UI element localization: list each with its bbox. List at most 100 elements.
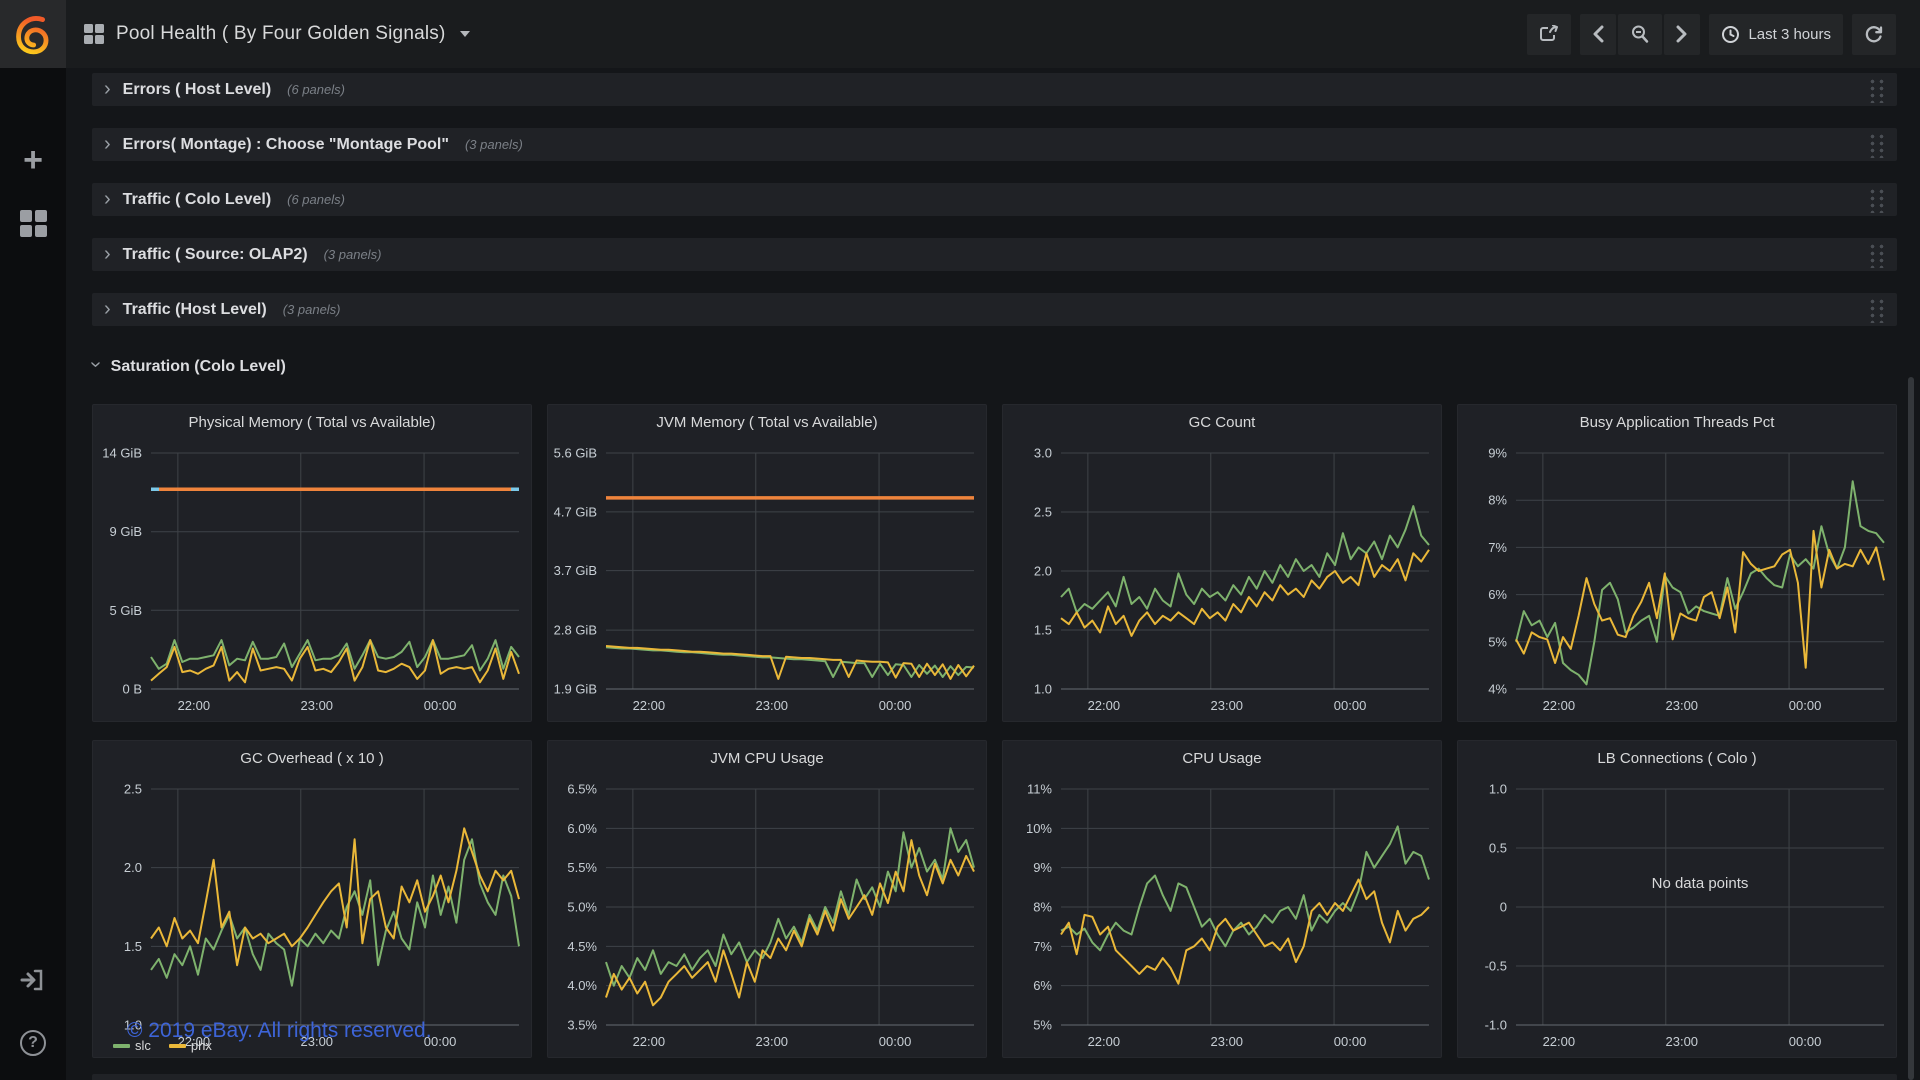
zoom-out-button[interactable] — [1618, 14, 1662, 55]
series-line-phx — [1061, 880, 1429, 984]
chevron-right-icon: › — [104, 189, 111, 209]
panel-title[interactable]: Busy Application Threads Pct — [1458, 405, 1896, 439]
y-tick-label: 6.0% — [567, 821, 597, 836]
row-panel-count: (6 panels) — [287, 192, 345, 207]
y-tick-label: 2.0 — [124, 860, 142, 875]
add-button[interactable]: + — [0, 138, 66, 182]
row-title: Traffic ( Colo Level) — [123, 191, 271, 209]
row-drag-handle-icon[interactable] — [1867, 77, 1885, 103]
series-line-slc — [1516, 481, 1884, 684]
x-tick-label: 22:00 — [1088, 1034, 1121, 1049]
chevron-right-icon — [1676, 25, 1688, 43]
caret-down-icon — [460, 31, 470, 37]
x-tick-label: 22:00 — [633, 1034, 666, 1049]
chart-canvas: 6.5%6.0%5.5%5.0%4.5%4.0%3.5%22:0023:0000… — [548, 775, 988, 1057]
x-tick-label: 23:00 — [1211, 1034, 1244, 1049]
chevron-down-icon: › — [84, 361, 107, 368]
panel-title[interactable]: LB Connections ( Colo ) — [1458, 741, 1896, 775]
row-drag-handle-icon[interactable] — [1867, 297, 1885, 323]
row-header-collapsed[interactable]: › Traffic ( Colo Level) (6 panels) — [92, 183, 1897, 216]
help-button[interactable]: ? — [0, 1021, 66, 1065]
share-icon — [1539, 25, 1559, 43]
x-tick-label: 23:00 — [1666, 1034, 1699, 1049]
grafana-dashboard: + ? Pool Health ( By Four Golden Signals… — [0, 0, 1920, 1080]
y-tick-label: 2.5 — [124, 782, 142, 797]
y-tick-label: 7% — [1488, 540, 1507, 555]
chart-canvas: 5.6 GiB4.7 GiB3.7 GiB2.8 GiB1.9 GiB22:00… — [548, 439, 988, 721]
series-line-slc — [1061, 826, 1429, 950]
legend-color-dash — [169, 1044, 186, 1048]
time-range-button[interactable]: Last 3 hours — [1709, 14, 1843, 55]
time-back-button[interactable] — [1580, 14, 1616, 55]
navbar: Pool Health ( By Four Golden Signals) — [66, 0, 1920, 68]
y-tick-label: 3.5% — [567, 1018, 597, 1033]
dashboards-button[interactable] — [0, 201, 66, 245]
chart-canvas: 2.52.01.51.022:0023:0000:00 — [93, 775, 533, 1057]
panel-title[interactable]: GC Count — [1003, 405, 1441, 439]
x-tick-label: 23:00 — [756, 698, 789, 713]
y-tick-label: 5% — [1488, 634, 1507, 649]
panel-cpu-usage: CPU Usage11%10%9%8%7%6%5%22:0023:0000:00 — [1002, 740, 1442, 1058]
y-tick-label: 3.0 — [1034, 446, 1052, 461]
row-header-saturation-colo-level[interactable]: › Saturation (Colo Level) — [92, 355, 286, 378]
panel-title[interactable]: JVM CPU Usage — [548, 741, 986, 775]
y-tick-label: 4.5% — [567, 939, 597, 954]
dashboard-icon — [84, 24, 104, 44]
panel-busy-application-threads-pct: Busy Application Threads Pct9%8%7%6%5%4%… — [1457, 404, 1897, 722]
time-nav-group — [1580, 14, 1700, 55]
panel-gc-overhead-x-10: GC Overhead ( x 10 )2.52.01.51.022:0023:… — [92, 740, 532, 1058]
time-range-label: Last 3 hours — [1748, 26, 1831, 43]
next-row-partial[interactable] — [92, 1074, 1897, 1080]
grafana-logo[interactable] — [0, 0, 66, 68]
y-tick-label: 1.0 — [1489, 782, 1507, 797]
y-tick-label: 10% — [1026, 821, 1052, 836]
y-tick-label: 8% — [1033, 900, 1052, 915]
y-tick-label: 4.0% — [567, 978, 597, 993]
dashboards-grid-icon — [20, 210, 47, 237]
y-tick-label: 2.0 — [1034, 564, 1052, 579]
y-tick-label: 3.7 GiB — [554, 563, 597, 578]
copyright-link[interactable]: © 2019 eBay. All rights reserved. — [127, 1019, 432, 1043]
x-tick-label: 22:00 — [178, 698, 211, 713]
share-button[interactable] — [1527, 14, 1571, 55]
panel-title[interactable]: Physical Memory ( Total vs Available) — [93, 405, 531, 439]
row-header-collapsed[interactable]: ›Traffic (Host Level)(3 panels) — [92, 293, 1897, 326]
sign-in-button[interactable] — [0, 958, 66, 1002]
row-title: Traffic (Host Level) — [123, 301, 267, 319]
x-tick-label: 22:00 — [633, 698, 666, 713]
row-header-collapsed[interactable]: ›Traffic ( Source: OLAP2)(3 panels) — [92, 238, 1897, 271]
y-tick-label: 6% — [1033, 978, 1052, 993]
x-tick-label: 00:00 — [1789, 1034, 1822, 1049]
x-tick-label: 00:00 — [879, 1034, 912, 1049]
navbar-actions: Last 3 hours — [1527, 14, 1896, 55]
y-tick-label: 5.0% — [567, 900, 597, 915]
y-tick-label: 1.9 GiB — [554, 682, 597, 697]
dashboard-title-button[interactable]: Pool Health ( By Four Golden Signals) — [84, 23, 470, 45]
row-panel-count: (3 panels) — [324, 247, 382, 262]
row-drag-handle-icon[interactable] — [1867, 242, 1885, 268]
refresh-button[interactable] — [1852, 14, 1896, 55]
sign-in-icon — [20, 968, 46, 992]
panel-title[interactable]: GC Overhead ( x 10 ) — [93, 741, 531, 775]
chevron-right-icon: › — [104, 244, 111, 264]
x-tick-label: 23:00 — [1211, 698, 1244, 713]
row-drag-handle-icon[interactable] — [1867, 132, 1885, 158]
y-tick-label: 1.0 — [1034, 682, 1052, 697]
series-line-phx — [1516, 531, 1884, 668]
row-header-collapsed[interactable]: ›Errors( Montage) : Choose "Montage Pool… — [92, 128, 1897, 161]
row-header-collapsed[interactable]: ›Errors ( Host Level)(6 panels) — [92, 73, 1897, 106]
x-tick-label: 23:00 — [1666, 698, 1699, 713]
series-line-slc — [606, 647, 974, 677]
y-tick-label: 1.5 — [124, 939, 142, 954]
panel-title[interactable]: CPU Usage — [1003, 741, 1441, 775]
series-line-slc — [1061, 506, 1429, 612]
x-tick-label: 00:00 — [424, 698, 457, 713]
panel-title[interactable]: JVM Memory ( Total vs Available) — [548, 405, 986, 439]
chart-canvas: 11%10%9%8%7%6%5%22:0023:0000:00 — [1003, 775, 1443, 1057]
x-tick-label: 22:00 — [1543, 1034, 1576, 1049]
time-forward-button[interactable] — [1664, 14, 1700, 55]
vertical-scrollbar[interactable] — [1908, 377, 1914, 1080]
row-drag-handle-icon[interactable] — [1867, 187, 1885, 213]
y-tick-label: 0 B — [122, 682, 142, 697]
row-title: Errors ( Host Level) — [123, 81, 271, 99]
